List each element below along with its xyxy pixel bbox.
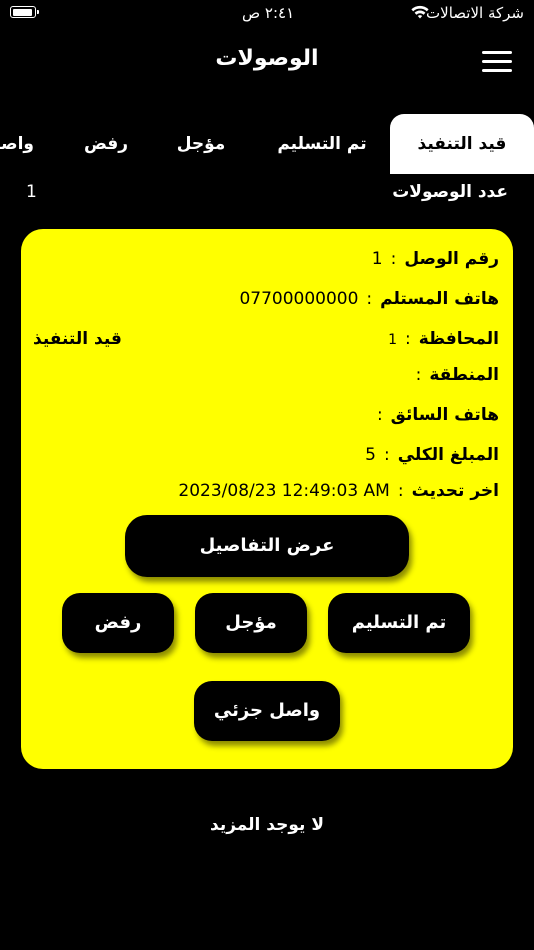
partial-delivery-button[interactable]: واصل جزئي <box>194 681 340 741</box>
tab-delivered[interactable]: تم التسليم <box>270 114 374 174</box>
recipient-phone-label: هاتف المستلم <box>380 289 499 309</box>
page-title: الوصولات <box>215 46 319 71</box>
total-amount-row: المبلغ الكلي:5 <box>365 445 499 465</box>
last-update-label: اخر تحديث <box>411 481 499 501</box>
receipt-count-label: عدد الوصولات <box>392 182 508 202</box>
area-label: المنطقة <box>429 365 499 385</box>
separator: : <box>405 329 411 349</box>
tab-rejected[interactable]: رفض <box>80 114 132 174</box>
governorate-label: المحافظة <box>418 329 499 349</box>
status-badge: قيد التنفيذ <box>33 329 122 349</box>
carrier-name: شركة الاتصالات <box>426 4 524 22</box>
wifi-icon <box>411 5 429 19</box>
recipient-phone-row: هاتف المستلم:07700000000 <box>239 289 499 309</box>
battery-icon <box>10 6 39 18</box>
receipt-count-value: 1 <box>26 182 37 202</box>
receipt-number-value: 1 <box>371 249 383 269</box>
driver-phone-label: هاتف السائق <box>390 405 499 425</box>
app-screen: شركة الاتصالات ٢:٤١ ص الوصولات قيد التنف… <box>0 0 534 950</box>
separator: : <box>384 445 390 465</box>
tab-partial[interactable]: واصل جزئي <box>0 114 34 174</box>
status-bar: شركة الاتصالات ٢:٤١ ص <box>0 0 534 28</box>
status-time: ٢:٤١ ص <box>242 4 295 22</box>
postponed-button[interactable]: مؤجل <box>195 593 307 653</box>
area-row: المنطقة: <box>408 365 499 385</box>
separator: : <box>397 481 404 501</box>
separator: : <box>366 289 373 309</box>
delivered-button[interactable]: تم التسليم <box>328 593 470 653</box>
separator: : <box>415 365 422 385</box>
no-more-label: لا يوجد المزيد <box>210 815 324 835</box>
receipt-number-label: رقم الوصل <box>404 249 499 269</box>
view-details-button[interactable]: عرض التفاصيل <box>125 515 409 577</box>
recipient-phone-value: 07700000000 <box>239 289 359 309</box>
total-amount-value: 5 <box>365 445 376 465</box>
separator: : <box>390 249 397 269</box>
tab-postponed[interactable]: مؤجل <box>168 114 234 174</box>
separator: : <box>376 405 383 425</box>
status-tabs: قيد التنفيذ تم التسليم مؤجل رفض واصل جزئ… <box>0 114 534 174</box>
total-amount-label: المبلغ الكلي <box>397 445 499 465</box>
receipt-card[interactable]: رقم الوصل:1 هاتف المستلم:07700000000 الم… <box>21 229 513 769</box>
hamburger-menu-icon[interactable] <box>482 50 512 74</box>
last-update-row: اخر تحديث:2023/08/23 12:49:03 AM <box>178 481 499 501</box>
driver-phone-row: هاتف السائق: <box>369 405 499 425</box>
last-update-value: 2023/08/23 12:49:03 AM <box>178 481 390 501</box>
reject-button[interactable]: رفض <box>62 593 174 653</box>
governorate-value: 1 <box>388 332 398 348</box>
tab-in-progress[interactable]: قيد التنفيذ <box>390 114 534 174</box>
receipt-number-row: رقم الوصل:1 <box>372 249 499 269</box>
governorate-row: المحافظة:1 <box>388 329 499 349</box>
